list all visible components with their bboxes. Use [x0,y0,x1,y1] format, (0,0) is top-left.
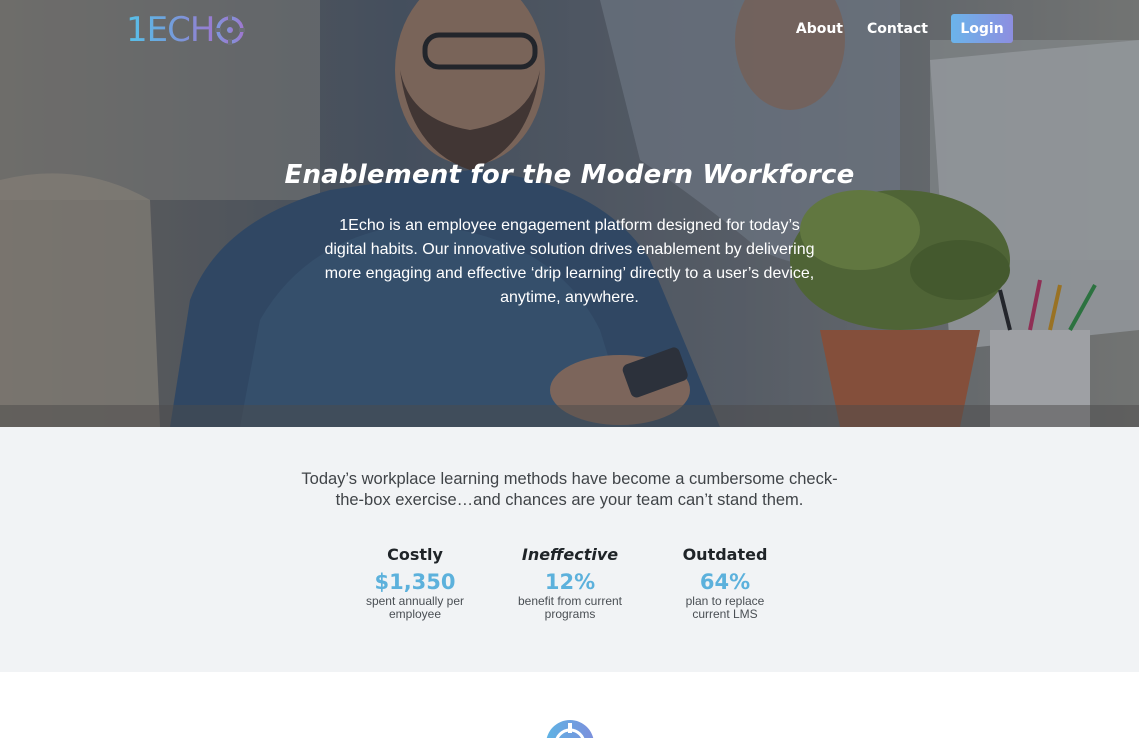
nav-about-link[interactable]: About [796,21,843,37]
logo-wordmark: 1ECH [126,10,215,50]
nav-contact-link[interactable]: Contact [867,21,928,37]
stat-heading: Costly [387,545,443,564]
stat-costly: Costly $1,350 spent annually per employe… [340,545,490,621]
hero-section: 1ECH About Contact Login Enablement for … [0,0,1139,427]
stats-section: Today’s workplace learning methods have … [0,427,1139,672]
top-nav: About Contact Login [772,14,1013,43]
brand-logo[interactable]: 1ECH [126,10,246,50]
compass-icon [545,719,595,738]
login-button[interactable]: Login [951,14,1013,43]
stat-heading: Ineffective [521,545,619,564]
hero-description: 1Echo is an employee engagement platform… [324,217,815,306]
stat-description: plan to replace current LMS [685,594,765,621]
echo-circle-icon [215,15,246,45]
stat-value: 64% [699,570,751,594]
hero-title: Enablement for the Modern Workforce [284,160,855,190]
stat-heading: Outdated [682,545,768,564]
stat-value: $1,350 [374,570,456,594]
stat-ineffective: Ineffective 12% benefit from current pro… [495,545,645,621]
stat-description: benefit from current programs [517,594,623,621]
stats-intro: Today’s workplace learning methods have … [301,470,838,509]
next-section [0,672,1139,738]
stat-description: spent annually per employee [365,594,465,621]
stat-outdated: Outdated 64% plan to replace current LMS [650,545,800,621]
stat-value: 12% [544,570,596,594]
